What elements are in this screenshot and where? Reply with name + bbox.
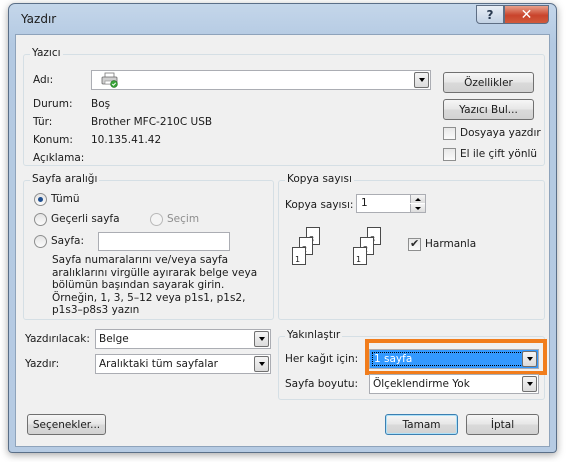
page-range-help-text: Sayfa numaralarını ve/veya sayfa aralıkl…: [52, 254, 258, 316]
type-value: Brother MFC-210C USB: [91, 116, 213, 128]
chevron-down-icon[interactable]: [522, 376, 537, 392]
print-select[interactable]: Aralıktaki tüm sayfalar: [95, 354, 271, 374]
printer-select[interactable]: [91, 70, 431, 90]
ok-button[interactable]: Tamam: [385, 414, 458, 435]
copies-count-label: Kopya sayısı:: [285, 199, 354, 211]
print-what-value: Belge: [99, 333, 129, 345]
zoom-group-label: Yakınlaştır: [285, 329, 343, 341]
manual-duplex-checkbox[interactable]: [443, 148, 456, 161]
chevron-down-icon[interactable]: [414, 72, 429, 88]
chevron-down-icon[interactable]: [254, 331, 269, 347]
status-label: Durum:: [33, 98, 73, 110]
spin-down-button[interactable]: [410, 204, 425, 212]
print-what-select[interactable]: Belge: [95, 329, 271, 349]
cancel-button[interactable]: İptal: [466, 414, 539, 435]
scale-select[interactable]: Ölçeklendirme Yok: [369, 374, 539, 394]
print-what-label: Yazdırılacak:: [25, 333, 90, 345]
copies-count-value: 1: [361, 197, 368, 209]
help-button[interactable]: ?: [476, 5, 504, 24]
properties-button[interactable]: Özellikler: [443, 72, 534, 93]
print-label: Yazdır:: [25, 358, 60, 370]
collate-page-1b: 1: [353, 247, 367, 265]
print-to-file-checkbox[interactable]: [443, 127, 456, 140]
collate-label[interactable]: Harmanla: [425, 238, 476, 250]
dialog-body: Yazıcı Adı: Durum: Boş Tür: Brother MFC-…: [15, 34, 550, 447]
copies-group-label: Kopya sayısı: [285, 173, 354, 185]
close-button[interactable]: ✕: [504, 5, 549, 24]
find-printer-button[interactable]: Yazıcı Bul...: [443, 99, 534, 120]
print-value: Aralıktaki tüm sayfalar: [99, 358, 218, 370]
options-button[interactable]: Seçenekler...: [27, 414, 106, 435]
selection-label: Seçim: [167, 213, 200, 225]
printer-group-label: Yazıcı: [30, 47, 63, 59]
pages-label[interactable]: Sayfa:: [51, 235, 84, 247]
selection-radio: [150, 213, 163, 226]
orange-highlight-box: [365, 339, 547, 375]
printer-name-label: Adı:: [33, 74, 54, 86]
scale-label: Sayfa boyutu:: [285, 378, 359, 390]
location-label: Konum:: [33, 134, 73, 146]
pages-per-sheet-label: Her kağıt için:: [285, 353, 359, 365]
page-range-group-label: Sayfa aralığı: [30, 173, 100, 185]
scale-value: Ölçeklendirme Yok: [373, 378, 470, 390]
status-value: Boş: [91, 98, 111, 110]
all-pages-radio[interactable]: [34, 193, 47, 206]
type-label: Tür:: [33, 116, 53, 128]
title-bar[interactable]: Yazdır ? ✕: [9, 4, 556, 34]
pages-input[interactable]: [98, 232, 230, 251]
location-value: 10.135.41.42: [91, 134, 162, 146]
all-pages-label[interactable]: Tümü: [51, 193, 80, 205]
collate-checkbox[interactable]: [408, 237, 421, 251]
copies-count-input[interactable]: 1: [356, 194, 426, 213]
dialog-title: Yazdır: [21, 12, 57, 26]
manual-duplex-label[interactable]: El ile çift yönlü: [460, 148, 537, 160]
printer-icon: [101, 72, 119, 88]
print-dialog: Yazdır ? ✕ Yazıcı Adı: Durum: Boş Tür: B…: [8, 3, 557, 453]
print-to-file-label[interactable]: Dosyaya yazdır: [460, 127, 541, 139]
collate-page-1a: 1: [292, 247, 306, 265]
spin-up-button[interactable]: [410, 195, 425, 203]
current-page-radio[interactable]: [34, 213, 47, 226]
pages-radio[interactable]: [34, 235, 47, 248]
current-page-label[interactable]: Geçerli sayfa: [51, 213, 120, 225]
comment-label: Açıklama:: [33, 152, 85, 164]
chevron-down-icon[interactable]: [254, 356, 269, 372]
